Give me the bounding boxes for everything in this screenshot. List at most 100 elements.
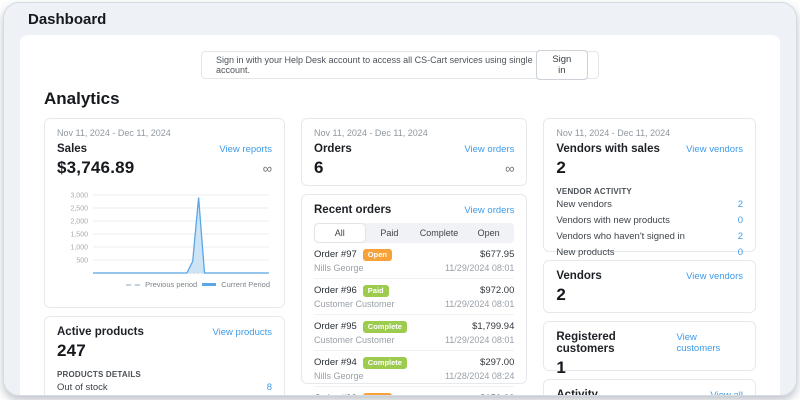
svg-text:3,000: 3,000 [70,193,88,200]
tab-all[interactable]: All [315,224,365,242]
analytics-heading: Analytics [44,89,772,109]
active-products-value: 247 [57,341,86,361]
vendors-value: 2 [556,285,566,305]
vendor-activity-label: VENDOR ACTIVITY [556,187,743,196]
sales-chart: 500 1,000 1,500 2,000 2,500 3,000 Previous pe… [57,183,272,293]
order-id[interactable]: Order #95 [314,321,357,332]
vendor-activity-row: Vendors with new products 0 [556,212,743,228]
vendors-with-sales-title: Vendors with sales [556,143,660,155]
order-id[interactable]: Order #97 [314,249,357,260]
order-customer: Customer Customer [314,299,395,309]
vendors-with-sales-card: Nov 11, 2024 - Dec 11, 2024 Vendors with… [543,118,756,252]
order-amount: $972.00 [480,285,514,296]
view-orders-link[interactable]: View orders [464,144,514,155]
svg-text:1,000: 1,000 [70,245,88,252]
orders-title: Orders [314,143,352,155]
column-left: Nov 11, 2024 - Dec 11, 2024 Sales View r… [44,118,285,396]
out-of-stock-value[interactable]: 8 [267,382,272,393]
vendors-not-signed-in-label: Vendors who haven't signed in [556,231,685,242]
sales-value: $3,746.89 [57,158,134,178]
order-id[interactable]: Order #96 [314,285,357,296]
order-row[interactable]: Order #94 Complete $297.00 Nills George … [314,351,514,387]
order-customer: Customer Customer [314,335,395,345]
order-id[interactable]: Order #93 [314,393,357,396]
svg-text:500: 500 [76,258,88,265]
new-products-value[interactable]: 0 [738,247,743,258]
vendors-with-sales-value: 2 [556,158,566,178]
new-vendors-value[interactable]: 2 [738,199,743,210]
page-title: Dashboard [28,11,106,28]
active-products-title: Active products [57,326,144,338]
orders-value: 6 [314,158,324,178]
order-status-badge: Open [363,249,392,262]
vendors-view-link[interactable]: View vendors [686,271,743,282]
out-of-stock-row: Out of stock 8 [57,379,272,395]
products-details-label: PRODUCTS DETAILS [57,370,272,379]
active-products-card: Active products View products 247 PRODUC… [44,316,285,396]
view-vendors-link[interactable]: View vendors [686,144,743,155]
view-all-link[interactable]: View all [710,390,743,396]
view-reports-link[interactable]: View reports [219,144,272,155]
order-customer: Nills George [314,263,364,273]
dashboard-window: Dashboard Sign in with your Help Desk ac… [3,2,797,396]
recent-orders-card: Recent orders View orders All Paid Compl… [301,194,527,384]
new-products-label: New products [556,247,614,258]
vendor-activity-row: New products 0 [556,244,743,260]
view-customers-link[interactable]: View customers [676,332,743,354]
content-panel: Sign in with your Help Desk account to a… [20,35,780,395]
order-row[interactable]: Order #95 Complete $1,799.94 Customer Cu… [314,315,514,351]
order-status-tabs: All Paid Complete Open [314,223,514,243]
order-row[interactable]: Order #93 Open $150.00 Customer Customer… [314,387,514,396]
recent-orders-title: Recent orders [314,204,391,216]
vendor-activity-row: New vendors 2 [556,196,743,212]
tab-paid[interactable]: Paid [365,224,415,242]
vendors-title: Vendors [556,270,601,282]
registered-customers-card: Registered customers View customers 1 [543,321,756,371]
sales-card: Nov 11, 2024 - Dec 11, 2024 Sales View r… [44,118,285,308]
svg-text:1,500: 1,500 [70,232,88,239]
vendors-new-products-value[interactable]: 0 [738,215,743,226]
chart-legend: Previous period Current Period [126,280,270,289]
helpdesk-signin-banner: Sign in with your Help Desk account to a… [201,51,599,79]
order-row[interactable]: Order #97 Open $677.95 Nills George 11/2… [314,243,514,279]
orders-date-range: Nov 11, 2024 - Dec 11, 2024 [314,128,514,138]
order-row[interactable]: Order #96 Paid $972.00 Customer Customer… [314,279,514,315]
cards-grid: Nov 11, 2024 - Dec 11, 2024 Sales View r… [28,118,772,396]
order-amount: $297.00 [480,357,514,368]
order-date: 11/29/2024 08:01 [445,299,514,309]
current-period-swatch [202,283,216,286]
sales-chart-svg: 500 1,000 1,500 2,000 2,500 3,000 [57,183,274,293]
order-status-badge: Paid [363,285,389,298]
registered-customers-value: 1 [556,358,566,378]
current-period-label: Current Period [221,280,270,289]
sales-date-range: Nov 11, 2024 - Dec 11, 2024 [57,128,272,138]
signin-banner-text: Sign in with your Help Desk account to a… [216,55,536,75]
order-customer: Nills George [314,371,364,381]
previous-period-swatch [126,284,140,286]
vendors-not-signed-in-value[interactable]: 2 [738,231,743,242]
order-id[interactable]: Order #94 [314,357,357,368]
registered-customers-title: Registered customers [556,331,676,355]
order-date: 11/29/2024 08:01 [445,335,514,345]
order-status-badge: Open [363,393,392,397]
svg-text:2,000: 2,000 [70,219,88,226]
recent-orders-view-link[interactable]: View orders [464,205,514,216]
new-vendors-label: New vendors [556,199,611,210]
vendors-new-products-label: Vendors with new products [556,215,670,226]
order-amount: $1,799.94 [472,321,514,332]
order-date: 11/28/2024 08:24 [445,371,514,381]
out-of-stock-label: Out of stock [57,382,108,393]
sales-title: Sales [57,143,87,155]
tab-open[interactable]: Open [464,224,514,242]
vendors-sales-date-range: Nov 11, 2024 - Dec 11, 2024 [556,128,743,138]
vendor-activity-row: Vendors who haven't signed in 2 [556,228,743,244]
tab-complete[interactable]: Complete [414,224,464,242]
column-right: Nov 11, 2024 - Dec 11, 2024 Vendors with… [543,118,756,396]
sign-in-button[interactable]: Sign in [536,50,588,80]
order-status-badge: Complete [363,357,407,370]
view-products-link[interactable]: View products [213,327,273,338]
previous-period-label: Previous period [145,280,197,289]
column-middle: Nov 11, 2024 - Dec 11, 2024 Orders View … [301,118,527,384]
svg-text:2,500: 2,500 [70,206,88,213]
order-date: 11/29/2024 08:01 [445,263,514,273]
